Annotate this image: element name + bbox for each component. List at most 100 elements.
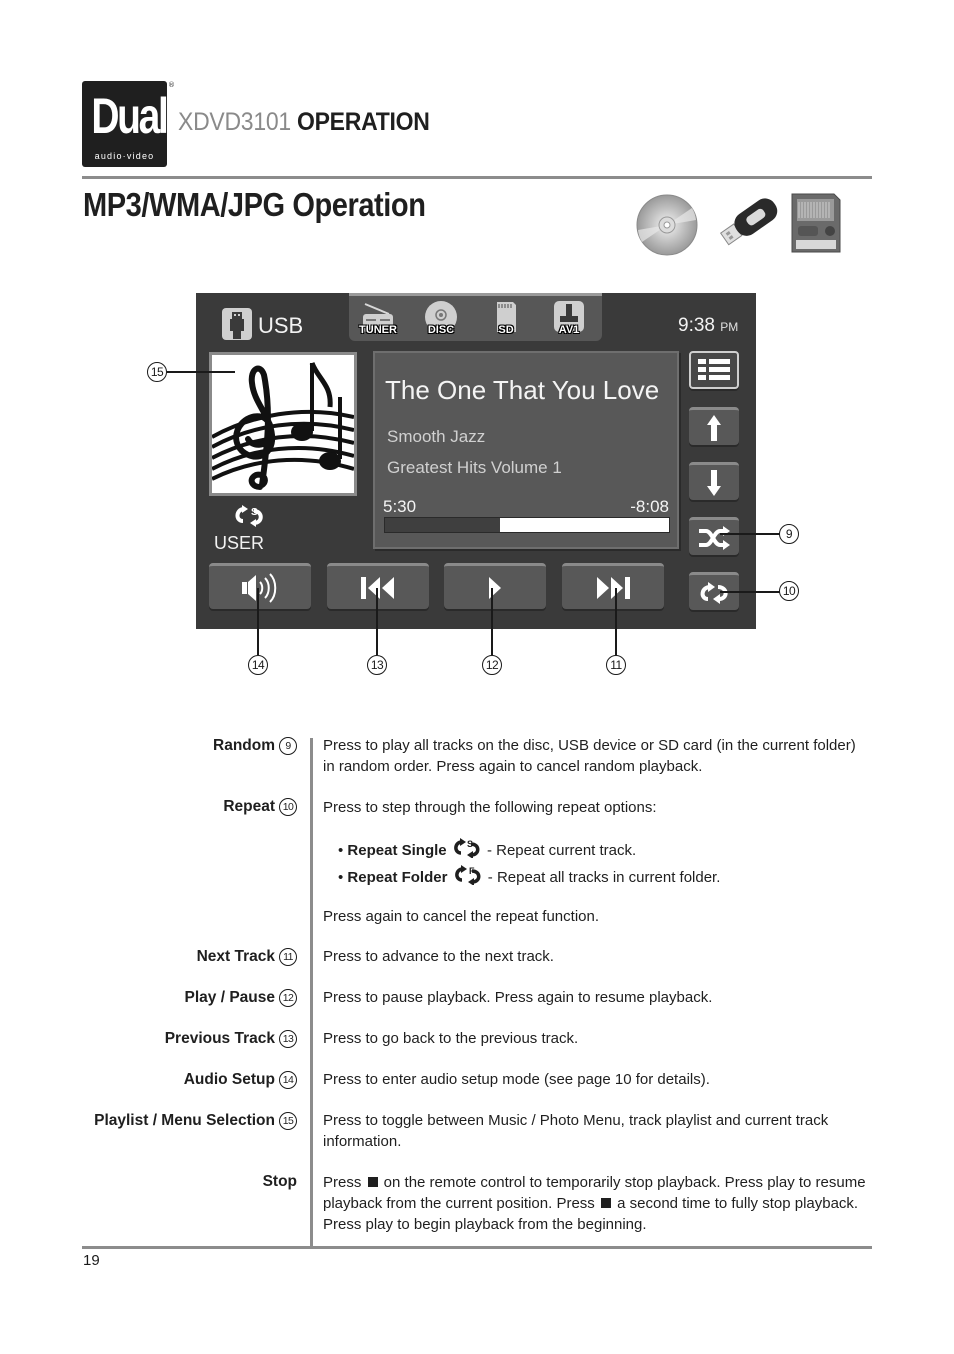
callout-leader	[720, 591, 780, 593]
callout-leader	[491, 588, 493, 655]
track-info-panel: The One That You Love Smooth Jazz Greate…	[373, 351, 679, 549]
source-tab-disc[interactable]: DISC	[422, 300, 460, 338]
cd-disc-icon	[636, 194, 698, 256]
stop-icon	[367, 1177, 378, 1187]
media-icons	[636, 193, 841, 256]
random-button[interactable]	[689, 517, 739, 555]
bottom-divider	[82, 1246, 872, 1249]
usb-source-icon	[222, 308, 252, 340]
bullet-label: Repeat Single	[347, 842, 447, 859]
audio-setup-icon	[242, 572, 277, 603]
svg-text:S: S	[467, 839, 473, 849]
term-label: Playlist / Menu Selection	[94, 1112, 275, 1129]
previous-track-button[interactable]	[327, 563, 429, 609]
definition-repeat: Press to step through the following repe…	[323, 799, 657, 816]
definition-stop: Press on the remote control to temporari…	[323, 1172, 871, 1235]
source-tab-label: SD	[498, 324, 514, 336]
callout-15: 15	[147, 362, 167, 382]
arrow-down-icon	[707, 469, 721, 496]
album-art[interactable]	[209, 352, 357, 496]
term-label: Next Track	[196, 948, 275, 965]
svg-text:S: S	[251, 507, 258, 518]
callout-leader	[167, 371, 235, 373]
definition-random: Press to play all tracks on the disc, US…	[323, 737, 856, 775]
callout-leader	[615, 588, 617, 655]
eq-mode-label: USER	[214, 533, 265, 553]
current-source-label: USB	[258, 313, 304, 338]
repeat-single-icon: S	[235, 505, 263, 527]
term-number: 10	[279, 798, 297, 816]
page-number: 19	[83, 1252, 100, 1269]
repeat-icon	[700, 581, 728, 604]
term-label: Stop	[262, 1173, 297, 1190]
model-number: XDVD3101	[178, 108, 291, 136]
elapsed-time: 5:30	[383, 497, 417, 516]
shuffle-icon	[699, 525, 730, 550]
clock: 9:38 PM	[678, 315, 738, 337]
scroll-down-button[interactable]	[689, 462, 739, 500]
term-random: Random 9	[213, 737, 297, 755]
head-unit-screen: USB TUNER DISC SD AV1 9:38 PM S USER The…	[196, 293, 756, 629]
term-number: 11	[279, 948, 297, 966]
term-stop: Stop	[263, 1173, 297, 1191]
svg-text:F: F	[469, 866, 475, 876]
playlist-menu-button[interactable]	[689, 351, 739, 389]
term-play-pause: Play / Pause 12	[185, 989, 297, 1007]
definition-repeat-cancel: Press again to cancel the repeat functio…	[323, 908, 600, 925]
progress-fill	[385, 518, 501, 532]
header-section: OPERATION	[296, 108, 430, 136]
next-track-button[interactable]	[562, 563, 664, 609]
progress-bar[interactable]	[384, 517, 670, 533]
repeat-single-icon: S	[453, 838, 480, 858]
term-number: 9	[279, 737, 297, 755]
clock-time: 9:38	[678, 315, 715, 336]
callout-leader	[720, 533, 780, 535]
term-label: Play / Pause	[184, 989, 275, 1006]
source-tab-av1[interactable]: AV1	[550, 300, 588, 338]
sd-card-icon	[791, 193, 841, 253]
scroll-up-button[interactable]	[689, 407, 739, 445]
callout-leader	[376, 588, 378, 655]
next-track-icon	[597, 576, 630, 599]
term-audio-setup: Audio Setup 14	[184, 1071, 297, 1089]
term-number: 12	[279, 989, 297, 1007]
usb-drive-icon	[719, 198, 778, 246]
source-tab-tuner[interactable]: TUNER	[359, 300, 397, 338]
term-previous-track: Previous Track 13	[165, 1030, 297, 1048]
definition-play-pause: Press to pause playback. Press again to …	[323, 989, 713, 1006]
term-repeat: Repeat 10	[223, 798, 297, 816]
source-tab-label: DISC	[427, 324, 455, 336]
source-tab-sd[interactable]: SD	[487, 300, 525, 338]
bullet-label: Repeat Folder	[347, 869, 448, 886]
logo-wordmark: Dual	[91, 88, 169, 144]
stop-icon	[600, 1198, 611, 1208]
clock-ampm: PM	[720, 320, 739, 334]
track-artist: Smooth Jazz	[387, 427, 486, 446]
term-next-track: Next Track 11	[197, 948, 297, 966]
play-pause-button[interactable]	[444, 563, 546, 609]
play-icon	[489, 576, 501, 599]
callout-14: 14	[248, 655, 268, 675]
term-number: 13	[279, 1030, 297, 1048]
term-playlist-menu: Playlist / Menu Selection 15	[94, 1112, 297, 1130]
callout-leader	[257, 588, 259, 655]
top-divider	[82, 176, 872, 179]
bullet-text: - Repeat all tracks in current folder.	[483, 869, 721, 886]
callout-12: 12	[482, 655, 502, 675]
track-album: Greatest Hits Volume 1	[387, 458, 562, 477]
callout-10: 10	[779, 581, 799, 601]
source-tab-label: TUNER	[359, 324, 397, 336]
audio-setup-button[interactable]	[209, 563, 311, 609]
header-title: XDVD3101 OPERATION	[178, 108, 430, 137]
bullet-repeat-folder: • Repeat Folder F - Repeat all tracks in…	[338, 865, 721, 886]
definition-playlist-menu: Press to toggle between Music / Photo Me…	[323, 1112, 829, 1150]
page-title: MP3/WMA/JPG Operation	[83, 186, 426, 223]
definition-text: Press	[323, 1174, 366, 1191]
term-label: Audio Setup	[183, 1071, 275, 1088]
registered-mark: ®	[168, 81, 175, 89]
term-number: 15	[279, 1112, 297, 1130]
bullet-text: - Repeat current track.	[482, 842, 637, 859]
repeat-folder-icon: F	[454, 865, 481, 885]
track-title: The One That You Love	[385, 375, 660, 405]
logo-tagline: audio·video	[94, 151, 155, 161]
